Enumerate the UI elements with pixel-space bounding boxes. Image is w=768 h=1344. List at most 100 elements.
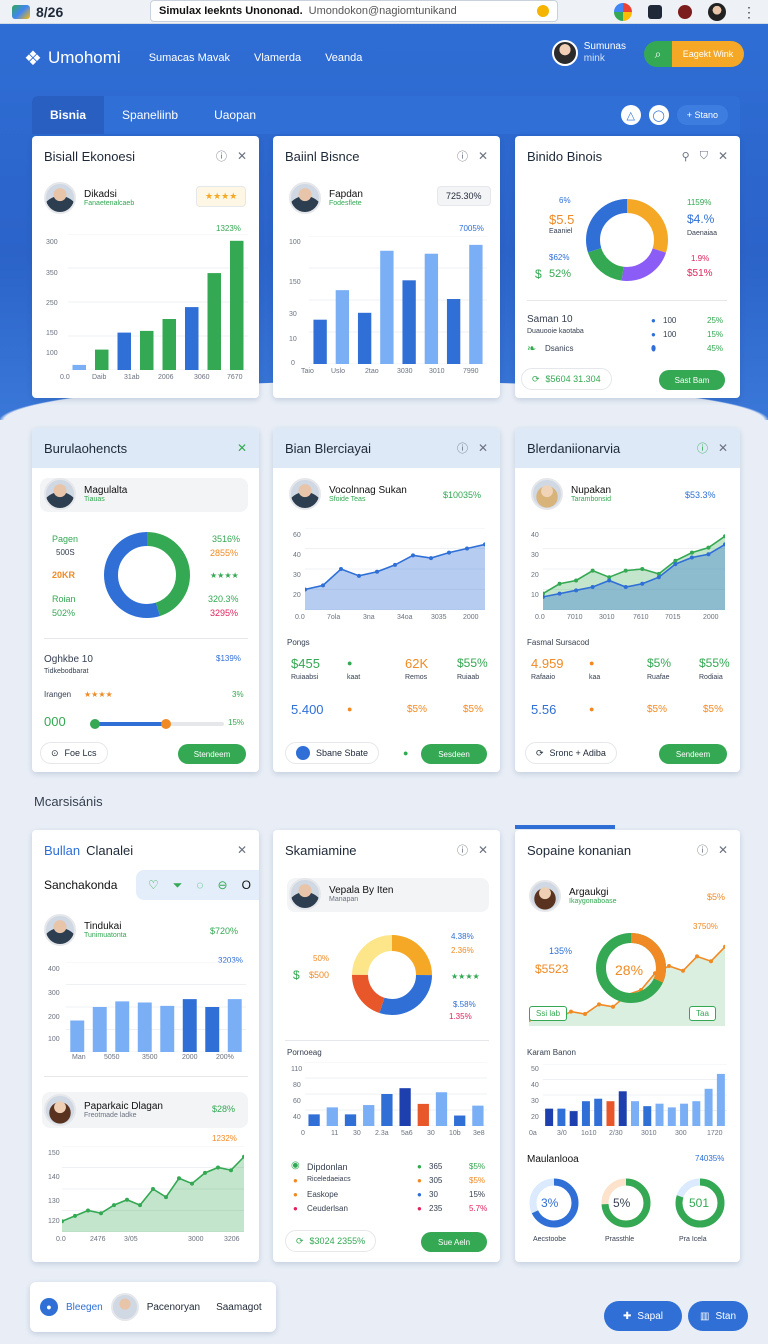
menu-dots-icon[interactable]: ⋮ (742, 4, 756, 21)
status-dot-icon: ● (589, 704, 595, 714)
list-value: 235 (429, 1204, 443, 1213)
shield-icon[interactable]: ⛉ (700, 150, 708, 163)
stat-value: 5.56 (531, 702, 557, 717)
ring-value: 501 (689, 1196, 710, 1210)
search-icon[interactable]: ⌕ (644, 41, 672, 67)
lock-icon[interactable]: ⚲ (682, 150, 690, 163)
close-icon[interactable]: ✕ (237, 441, 247, 455)
close-icon[interactable]: ✕ (237, 843, 247, 857)
x-tick: 34oa (397, 614, 413, 621)
circle-icon[interactable]: O (242, 878, 251, 892)
card-title-a[interactable]: Bullan (44, 843, 80, 858)
nav-item-1[interactable]: Sumacas Mavak (149, 52, 230, 64)
y-tick: 20 (531, 1114, 539, 1121)
card-title: Bisiall Ekonoesi (44, 148, 136, 164)
url-bar[interactable]: Simulax Ieeknts Unononad. Umondokon@nagi… (150, 0, 558, 22)
fab-left-label: Sapal (637, 1310, 663, 1322)
bottom-value: 74035% (695, 1154, 725, 1163)
info-icon[interactable]: ⓘ (457, 440, 468, 456)
list-value: 365 (429, 1162, 443, 1171)
y-tick: 40 (293, 552, 301, 559)
user-menu[interactable]: Sumunas mink (551, 40, 626, 66)
chrome-icon[interactable] (614, 3, 632, 21)
chat-icon[interactable]: ⊖ (218, 878, 228, 892)
y-tick: 80 (293, 1082, 301, 1089)
area-chart (62, 1146, 244, 1232)
info-icon[interactable]: ⓘ (697, 440, 708, 456)
bar (643, 1106, 652, 1126)
profile-name: Paparkaic Dlagan (84, 1101, 163, 1112)
data-point (164, 1195, 168, 1200)
section-label: Pongs (287, 638, 310, 647)
extension-icon[interactable] (678, 5, 692, 19)
comment-icon[interactable]: ◌ (196, 878, 203, 892)
slider-handle[interactable] (160, 719, 171, 729)
tab-3[interactable]: Uaopan (196, 96, 274, 134)
user-avatar (551, 40, 578, 66)
close-icon[interactable]: ✕ (237, 149, 247, 163)
bar (446, 299, 461, 364)
fab-right[interactable]: ▥ Stan (688, 1301, 748, 1331)
slider-value: 000 (44, 714, 66, 729)
settings-icon[interactable]: ◯ (648, 105, 669, 125)
ring-label: Aecstoobe (533, 1236, 567, 1243)
donut-chart (352, 935, 432, 1015)
chip-label: Sronc + Adiba (549, 748, 606, 758)
footer-chip[interactable]: ⟳ Sronc + Adiba (525, 742, 617, 764)
tab-action-button[interactable]: + Stano (676, 105, 728, 125)
bookmark-icon[interactable] (537, 5, 549, 17)
bottom-name[interactable]: Pacenoryan (147, 1302, 200, 1313)
primary-button[interactable]: Sue Aeln (421, 1232, 487, 1252)
bottom-left-label[interactable]: Bleegen (66, 1302, 103, 1313)
data-point (689, 550, 694, 555)
footer-chip[interactable]: ⊙ Foe Lcs (40, 742, 108, 764)
bar (692, 1101, 701, 1126)
close-icon[interactable]: ✕ (478, 441, 488, 455)
info-icon[interactable]: ⓘ (457, 842, 468, 858)
footer-chip[interactable]: ⟳ $3024 2355% (285, 1230, 377, 1252)
summary-chip[interactable]: ⟳ $5604 31.304 (521, 368, 612, 390)
filter-icon[interactable]: ⏷ (173, 878, 183, 893)
bar (335, 290, 350, 364)
y-tick: 60 (293, 1098, 301, 1105)
primary-button[interactable]: Stendeem (178, 744, 246, 764)
y-tick: 250 (46, 300, 58, 307)
info-icon[interactable]: ⓘ (216, 148, 227, 164)
data-point (640, 581, 645, 586)
slider-start-handle[interactable] (90, 719, 100, 729)
primary-button[interactable]: Sendeem (659, 744, 727, 764)
primary-button[interactable]: Sesdeen (421, 744, 487, 764)
slider-track[interactable] (90, 719, 224, 729)
close-icon[interactable]: ✕ (718, 843, 728, 857)
tab-1[interactable]: Bisnia (32, 96, 105, 134)
primary-button[interactable]: Sast Bam (659, 370, 725, 390)
y-tick: 350 (46, 270, 58, 277)
bottom-right-label[interactable]: Saamagot (216, 1302, 262, 1313)
x-tick: 0.0 (535, 614, 545, 621)
app-logo[interactable]: ❖ Umohomi (24, 46, 121, 71)
area-chart (305, 528, 485, 610)
heart-icon[interactable]: ♡ (148, 878, 159, 892)
nav-item-2[interactable]: Vlamerda (254, 52, 301, 64)
header-action-button[interactable]: Eagekt Wink (672, 41, 744, 67)
close-icon[interactable]: ✕ (478, 149, 488, 163)
browser-logo[interactable]: 8/26 (12, 4, 63, 20)
footer-chip[interactable]: Sbane Sbate (285, 742, 380, 764)
info-icon[interactable]: ⓘ (457, 148, 468, 164)
info-icon[interactable]: ⓘ (697, 842, 708, 858)
nav-item-3[interactable]: Veanda (325, 52, 362, 64)
card-blerdaniionarvia: Blerdaniionarvia ⓘ ✕ Nupakan Tarambonsid … (515, 428, 740, 772)
circle-icon (296, 746, 310, 760)
data-point (673, 562, 678, 567)
tag-right: Taa (689, 1006, 716, 1021)
close-icon[interactable]: ✕ (718, 149, 728, 163)
notification-icon[interactable]: △ (620, 105, 641, 125)
close-icon[interactable]: ✕ (718, 441, 728, 455)
profile-value: $53.3% (685, 490, 716, 500)
document-icon[interactable] (648, 5, 662, 19)
tab-2[interactable]: Spaneliinb (104, 96, 196, 134)
fab-left[interactable]: ✚ Sapal (604, 1301, 682, 1331)
right-value: 320.3% (208, 594, 239, 604)
close-icon[interactable]: ✕ (478, 843, 488, 857)
profile-avatar[interactable] (708, 3, 726, 21)
